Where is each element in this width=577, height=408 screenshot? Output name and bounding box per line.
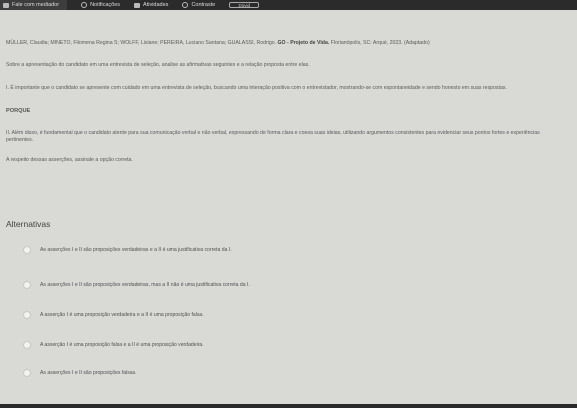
contrast-icon: [182, 2, 189, 8]
radio-icon[interactable]: [23, 341, 31, 349]
radio-icon[interactable]: [23, 246, 31, 254]
activities-label: Atividades: [143, 2, 169, 8]
bottom-bar: [0, 404, 577, 408]
reference-text: MÜLLER, Claudia; MINETO, Filomena Regina…: [6, 40, 566, 47]
radio-icon[interactable]: [23, 281, 31, 289]
assertion-2: II. Além disso, é fundamental que o cand…: [6, 130, 540, 144]
reference-title: GO - Projeto de Vida.: [277, 40, 330, 46]
notifications-button[interactable]: Notificações: [81, 0, 120, 10]
option-4[interactable]: A asserção I é uma proposição falsa e a …: [23, 340, 204, 350]
option-5[interactable]: As asserções I e II são proposições fals…: [23, 368, 137, 378]
option-4-label: A asserção I é uma proposição falsa e a …: [40, 342, 204, 348]
option-2[interactable]: As asserções I e II são proposições verd…: [23, 280, 250, 290]
option-3-label: A asserção I é uma proposição verdadeira…: [40, 312, 204, 318]
reference-tail: Florianópolis, SC: Arqué, 2023. (Adaptad…: [330, 40, 430, 46]
radio-icon[interactable]: [23, 369, 31, 377]
option-1[interactable]: As asserções I e II são proposições verd…: [23, 245, 232, 255]
talk-to-mediator-button[interactable]: Fale com mediador: [0, 0, 68, 10]
chat-icon: [3, 2, 9, 8]
option-2-label: As asserções I e II são proposições verd…: [40, 282, 250, 288]
doubt-button[interactable]: Dúvid: [229, 2, 260, 8]
talk-to-mediator-label: Fale com mediador: [12, 2, 60, 8]
contrast-label: Contraste: [191, 2, 216, 8]
activities-button[interactable]: Atividades: [134, 0, 168, 10]
bell-icon: [81, 2, 88, 8]
option-5-label: As asserções I e II são proposições fals…: [40, 370, 137, 376]
reference-authors: MÜLLER, Claudia; MINETO, Filomena Regina…: [6, 40, 277, 46]
document-icon: [134, 2, 141, 8]
connector-porque: PORQUE: [6, 108, 31, 114]
instruction-text: A respeito dessas asserções, assinale a …: [6, 157, 133, 163]
option-1-label: As asserções I e II são proposições verd…: [40, 247, 232, 253]
alternatives-title: Alternativas: [6, 219, 51, 229]
notifications-label: Notificações: [90, 2, 121, 8]
assertion-1: I. É importante que o candidato se apres…: [6, 85, 507, 91]
radio-icon[interactable]: [23, 311, 31, 319]
top-toolbar: Fale com mediador Notificações Atividade…: [0, 0, 577, 10]
question-prompt: Sobre a apresentação do candidato em uma…: [6, 62, 310, 68]
contrast-button[interactable]: Contraste: [182, 0, 215, 10]
option-3[interactable]: A asserção I é uma proposição verdadeira…: [23, 310, 204, 320]
